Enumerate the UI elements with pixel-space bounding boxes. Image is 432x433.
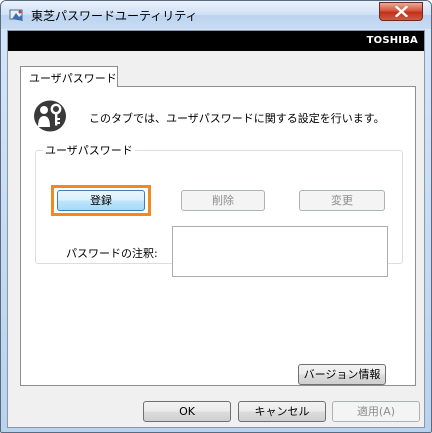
close-icon [395,6,408,17]
apply-button[interactable]: 適用(A) [332,401,420,422]
change-button[interactable]: 変更 [299,190,385,211]
password-note-label: パスワードの注釈: [66,247,158,260]
group-label: ユーザパスワード [43,142,135,158]
toshiba-utility-icon [9,7,25,23]
window-title: 東芝パスワードユーティリティ [31,9,198,23]
password-utility-window: 東芝パスワードユーティリティ TOSHIBA ユーザパスワード このタブでは、ユ… [0,0,432,433]
brand-bar: TOSHIBA [8,31,424,51]
panel-description: このタブでは、ユーザパスワードに関する設定を行います。 [89,112,385,125]
tab-label: ユーザパスワード [29,72,117,85]
version-info-button[interactable]: バージョン情報 [298,364,386,385]
register-button[interactable]: 登録 [57,190,145,211]
password-note-field[interactable] [172,226,388,277]
user-key-icon [33,100,67,132]
cancel-button[interactable]: キャンセル [238,401,326,422]
close-button[interactable] [379,2,423,21]
user-password-panel: このタブでは、ユーザパスワードに関する設定を行います。 ユーザパスワード 登録 … [20,86,416,386]
tab-user-password[interactable]: ユーザパスワード [20,66,118,87]
title-bar[interactable]: 東芝パスワードユーティリティ [1,1,431,29]
dialog-client-area: TOSHIBA ユーザパスワード このタブでは、ユーザパスワードに関する設定を行… [7,30,425,428]
toshiba-logo: TOSHIBA [366,35,418,46]
delete-button[interactable]: 削除 [181,190,265,211]
ok-button[interactable]: OK [143,401,231,422]
